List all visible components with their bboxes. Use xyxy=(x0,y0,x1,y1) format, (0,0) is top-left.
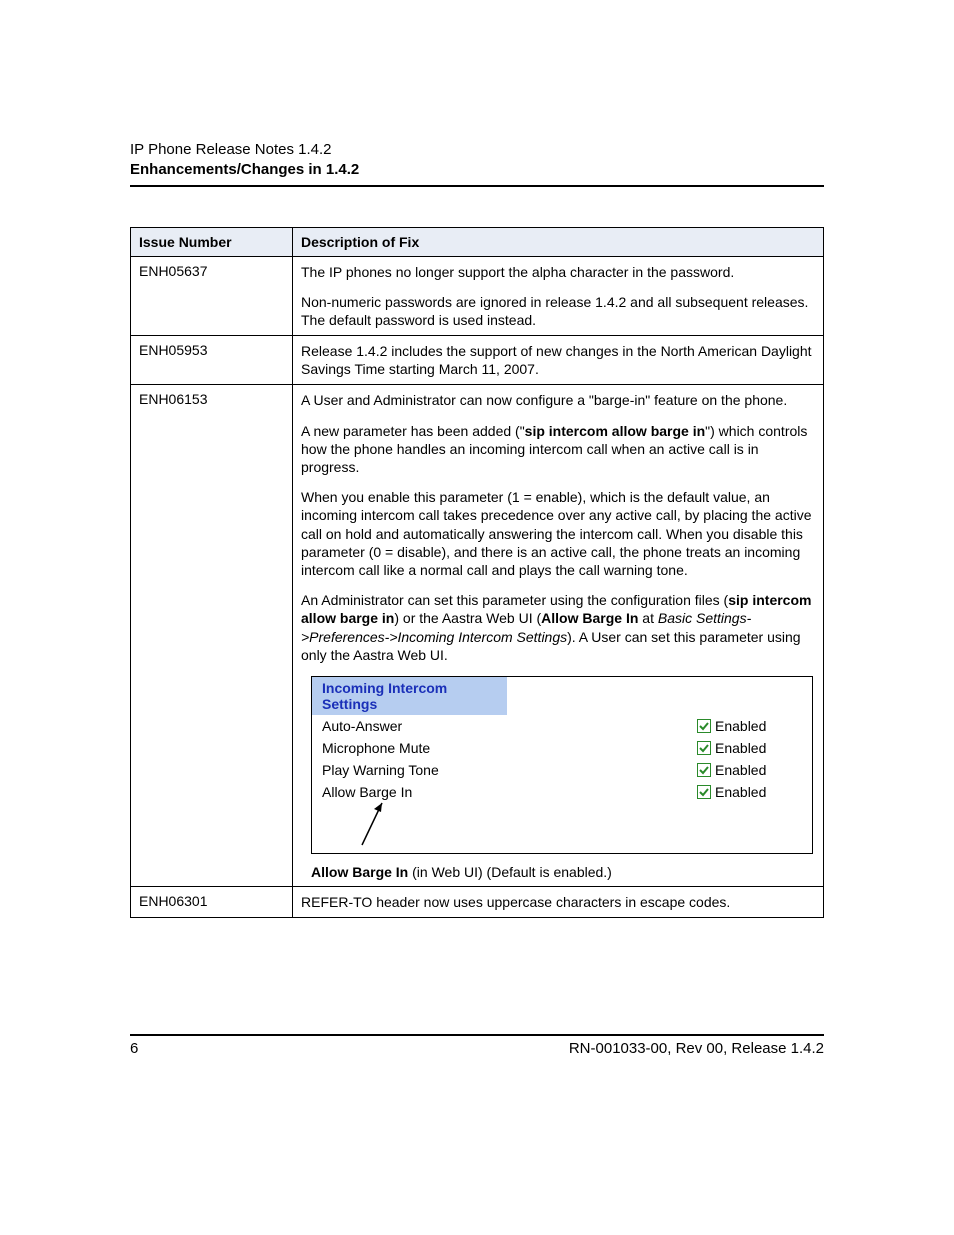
setting-row-microphone-mute: Microphone Mute Enabled xyxy=(312,737,812,759)
arrow-icon xyxy=(352,795,412,850)
text: An Administrator can set this parameter … xyxy=(301,591,815,664)
page-header: IP Phone Release Notes 1.4.2 Enhancement… xyxy=(130,140,824,187)
enhancements-table: Issue Number Description of Fix ENH05637… xyxy=(130,227,824,919)
setting-row-play-warning-tone: Play Warning Tone Enabled xyxy=(312,759,812,781)
intercom-settings-panel: Incoming Intercom Settings Auto-Answer E… xyxy=(311,676,813,854)
setting-state: Enabled xyxy=(715,740,766,756)
text: REFER-TO header now uses uppercase chara… xyxy=(301,893,815,911)
col-description: Description of Fix xyxy=(293,227,824,256)
page-number: 6 xyxy=(130,1040,138,1057)
callout-arrow xyxy=(312,803,812,853)
issue-number: ENH05637 xyxy=(131,256,293,336)
doc-title: IP Phone Release Notes 1.4.2 xyxy=(130,140,824,160)
text: Non-numeric passwords are ignored in rel… xyxy=(301,293,815,329)
doc-id: RN-001033-00, Rev 00, Release 1.4.2 xyxy=(569,1040,824,1057)
issue-description: Release 1.4.2 includes the support of ne… xyxy=(293,336,824,385)
setting-state: Enabled xyxy=(715,784,766,800)
doc-subtitle: Enhancements/Changes in 1.4.2 xyxy=(130,160,824,180)
text: A User and Administrator can now configu… xyxy=(301,391,815,409)
text: Release 1.4.2 includes the support of ne… xyxy=(301,342,815,378)
header-rule xyxy=(130,185,824,187)
text: A new parameter has been added ("sip int… xyxy=(301,422,815,477)
checkbox-icon[interactable] xyxy=(697,741,711,755)
issue-description: A User and Administrator can now configu… xyxy=(293,385,824,886)
table-row: ENH05953 Release 1.4.2 includes the supp… xyxy=(131,336,824,385)
checkbox-icon[interactable] xyxy=(697,719,711,733)
issue-description: The IP phones no longer support the alph… xyxy=(293,256,824,336)
setting-state: Enabled xyxy=(715,718,766,734)
checkbox-icon[interactable] xyxy=(697,763,711,777)
setting-row-auto-answer: Auto-Answer Enabled xyxy=(312,715,812,737)
table-row: ENH06301 REFER-TO header now uses upperc… xyxy=(131,886,824,917)
issue-number: ENH06153 xyxy=(131,385,293,886)
checkbox-icon[interactable] xyxy=(697,785,711,799)
footer-rule xyxy=(130,1034,824,1036)
panel-title: Incoming Intercom Settings xyxy=(312,677,507,715)
setting-label: Auto-Answer xyxy=(322,718,697,734)
panel-caption: Allow Barge In (in Web UI) (Default is e… xyxy=(311,864,815,880)
issue-number: ENH05953 xyxy=(131,336,293,385)
issue-description: REFER-TO header now uses uppercase chara… xyxy=(293,886,824,917)
setting-label: Microphone Mute xyxy=(322,740,697,756)
issue-number: ENH06301 xyxy=(131,886,293,917)
text: When you enable this parameter (1 = enab… xyxy=(301,488,815,579)
table-header-row: Issue Number Description of Fix xyxy=(131,227,824,256)
page-footer: 6 RN-001033-00, Rev 00, Release 1.4.2 xyxy=(130,1034,824,1057)
setting-label: Play Warning Tone xyxy=(322,762,697,778)
table-row: ENH05637 The IP phones no longer support… xyxy=(131,256,824,336)
table-row: ENH06153 A User and Administrator can no… xyxy=(131,385,824,886)
setting-state: Enabled xyxy=(715,762,766,778)
col-issue-number: Issue Number xyxy=(131,227,293,256)
text: The IP phones no longer support the alph… xyxy=(301,263,815,281)
